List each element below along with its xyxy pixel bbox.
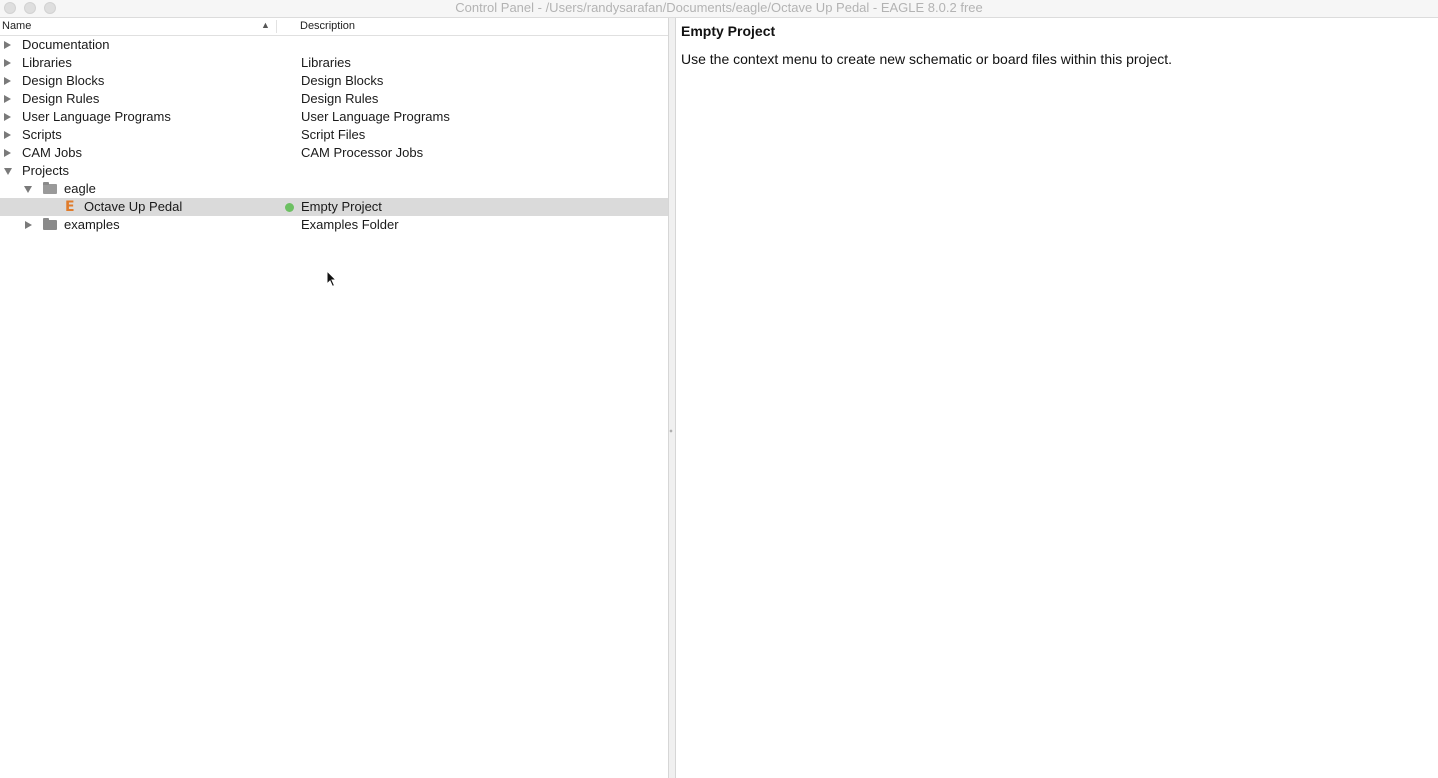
tree-item-label: Scripts <box>22 127 62 142</box>
expand-arrow-icon[interactable] <box>4 113 11 121</box>
folder-icon <box>43 218 57 230</box>
tree-item-description: Script Files <box>301 127 366 142</box>
tree-item-examples[interactable]: examples Examples Folder <box>0 216 668 234</box>
tree-item-label: CAM Jobs <box>22 145 82 160</box>
column-description-header[interactable]: Description <box>300 20 355 32</box>
tree-item-description: User Language Programs <box>301 109 450 124</box>
tree-item-description: CAM Processor Jobs <box>301 145 424 160</box>
tree-item-label: examples <box>64 217 120 232</box>
collapse-arrow-icon[interactable] <box>24 186 32 193</box>
tree-item-label: Libraries <box>22 55 72 70</box>
tree-item-eagle-folder[interactable]: eagle <box>0 180 668 198</box>
tree-item-projects[interactable]: Projects <box>0 162 668 180</box>
expand-arrow-icon[interactable] <box>4 41 11 49</box>
tree-item-scripts[interactable]: Scripts Script Files <box>0 126 668 144</box>
detail-description: Use the context menu to create new schem… <box>681 51 1173 67</box>
tree-item-user-language-programs[interactable]: User Language Programs User Language Pro… <box>0 108 668 126</box>
tree-item-octave-up-pedal[interactable]: E Octave Up Pedal Empty Project <box>0 198 668 216</box>
detail-title: Empty Project <box>681 23 776 39</box>
window-title: Control Panel - /Users/randysarafan/Docu… <box>455 0 983 15</box>
expand-arrow-icon[interactable] <box>4 95 11 103</box>
tree-item-description: Examples Folder <box>301 217 399 232</box>
folder-open-icon <box>43 182 57 194</box>
tree-item-label: Projects <box>22 163 69 178</box>
pane-splitter[interactable] <box>668 18 676 778</box>
tree-item-label: Design Blocks <box>22 73 105 88</box>
tree-item-description: Design Rules <box>301 91 379 106</box>
splitter-grip-icon[interactable] <box>669 428 673 434</box>
tree-item-description: Empty Project <box>301 199 382 214</box>
tree-pane: Name ▲ Description Documentation Librari… <box>0 18 668 778</box>
expand-arrow-icon[interactable] <box>4 149 11 157</box>
collapse-arrow-icon[interactable] <box>4 168 12 175</box>
tree-item-label: Documentation <box>22 37 110 52</box>
column-name-header[interactable]: Name <box>2 20 31 32</box>
tree-item-description: Design Blocks <box>301 73 384 88</box>
active-status-dot[interactable] <box>285 203 294 212</box>
tree-item-description: Libraries <box>301 55 351 70</box>
tree-item-design-blocks[interactable]: Design Blocks Design Blocks <box>0 72 668 90</box>
column-divider[interactable] <box>276 20 277 33</box>
tree-item-label: Design Rules <box>22 91 100 106</box>
expand-arrow-icon[interactable] <box>25 221 32 229</box>
detail-pane: Empty Project Use the context menu to cr… <box>676 18 1438 778</box>
sort-ascending-icon[interactable]: ▲ <box>261 20 270 30</box>
tree-item-label: Octave Up Pedal <box>84 199 183 214</box>
column-header: Name ▲ Description <box>0 18 668 36</box>
tree-item-libraries[interactable]: Libraries Libraries <box>0 54 668 72</box>
tree-item-label: User Language Programs <box>22 109 171 124</box>
expand-arrow-icon[interactable] <box>4 77 11 85</box>
tree-item-documentation[interactable]: Documentation <box>0 36 668 54</box>
tree-item-label: eagle <box>64 181 96 196</box>
eagle-project-icon: E <box>65 199 75 215</box>
mouse-pointer-icon <box>326 270 338 288</box>
expand-arrow-icon[interactable] <box>4 59 11 67</box>
tree-item-cam-jobs[interactable]: CAM Jobs CAM Processor Jobs <box>0 144 668 162</box>
window-titlebar: Control Panel - /Users/randysarafan/Docu… <box>0 0 1438 18</box>
expand-arrow-icon[interactable] <box>4 131 11 139</box>
tree-item-design-rules[interactable]: Design Rules Design Rules <box>0 90 668 108</box>
